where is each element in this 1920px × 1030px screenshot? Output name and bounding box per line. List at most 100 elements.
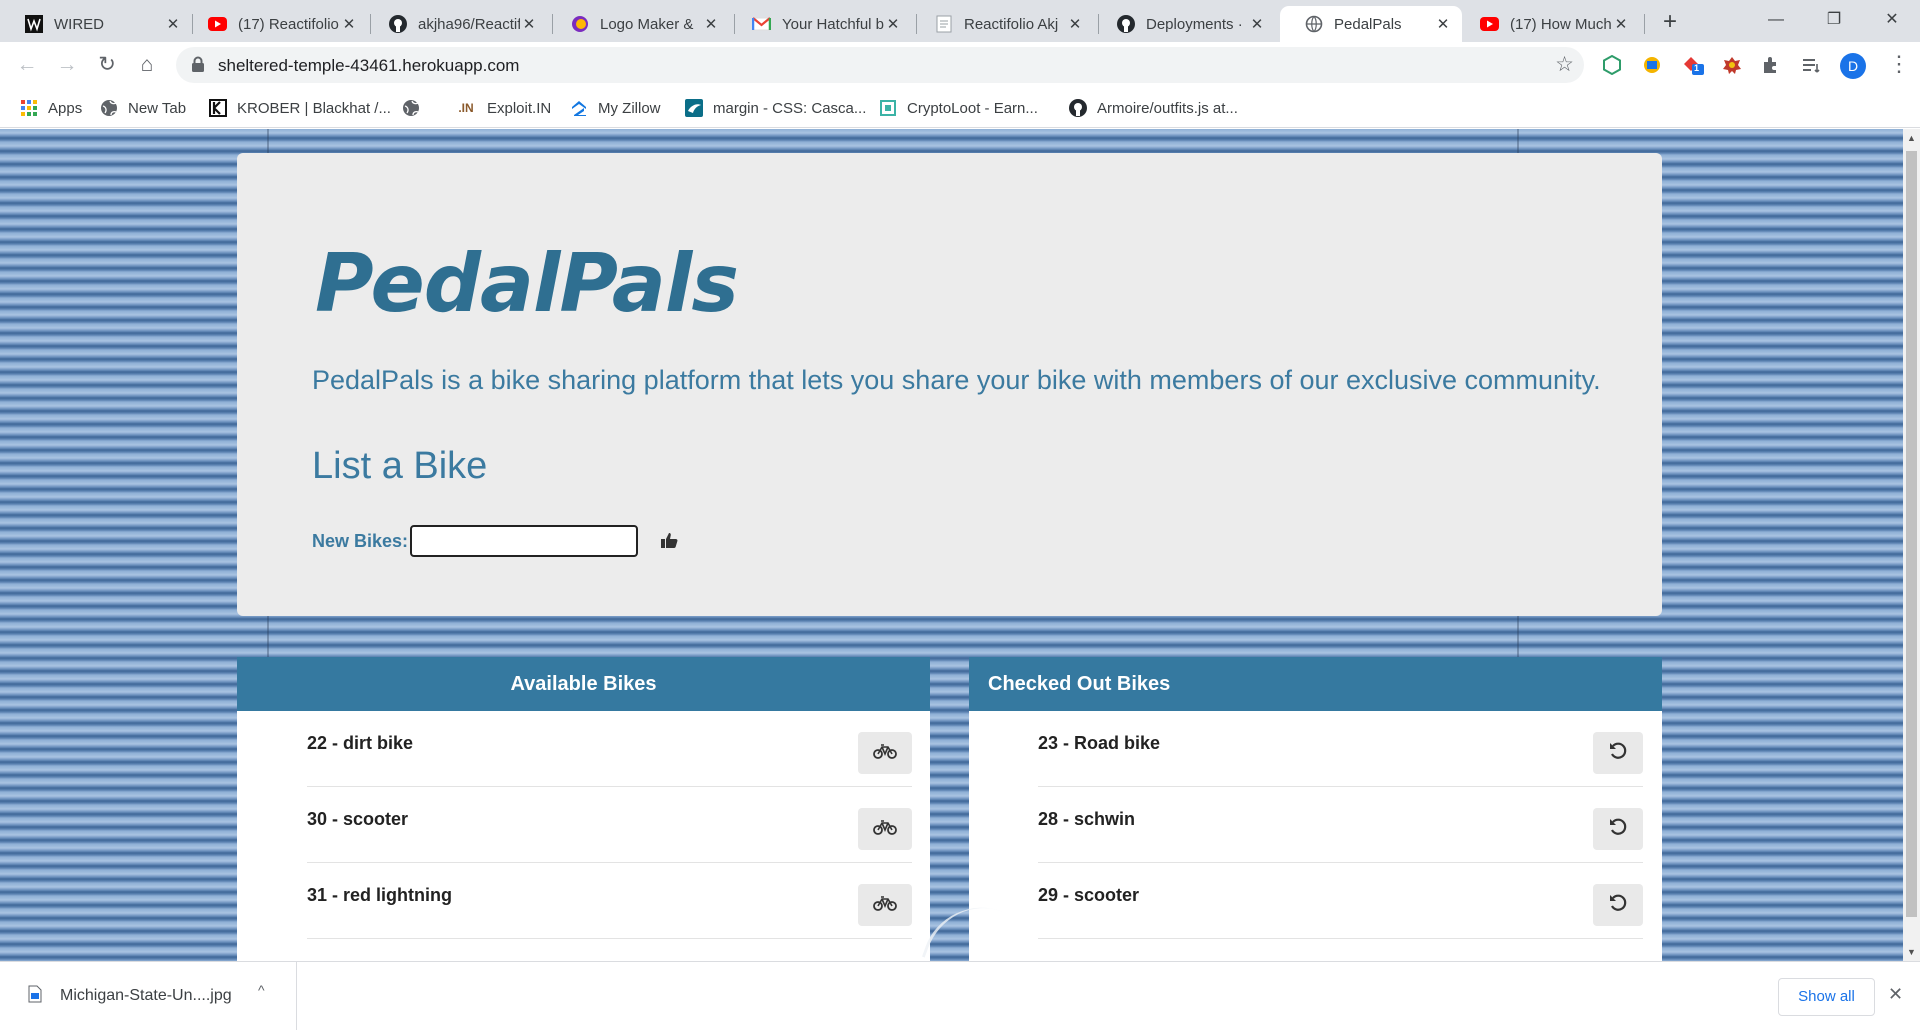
menu-kebab-icon[interactable]: ⋮ <box>1888 51 1910 77</box>
reading-list-icon[interactable] <box>1800 54 1822 76</box>
scroll-up-arrow[interactable]: ▲ <box>1903 133 1920 143</box>
bookmark-star-icon[interactable]: ☆ <box>1555 52 1574 77</box>
shelf-divider <box>296 962 297 1030</box>
bookmark-new-tab[interactable]: New Tab <box>100 94 186 122</box>
tab-title: PedalPals <box>1334 15 1402 33</box>
profile-avatar[interactable]: D <box>1840 53 1866 79</box>
bookmark-label: KROBER | Blackhat /... <box>237 99 391 117</box>
new-tab-button[interactable]: + <box>1656 9 1684 37</box>
maximize-button[interactable]: ❐ <box>1806 0 1862 42</box>
tab-github-reactifolio[interactable]: akjha96/Reactif ✕ <box>364 6 548 42</box>
wired-icon <box>24 15 43 34</box>
cryptoloot-icon <box>879 99 897 117</box>
image-file-icon <box>28 985 42 1008</box>
exploit-in-icon: .IN <box>458 101 474 115</box>
bookmark-label: Armoire/outfits.js at... <box>1097 99 1238 117</box>
extension-hexagon-icon[interactable] <box>1601 54 1623 76</box>
tab-strip: WIRED ✕ (17) Reactifolio ✕ akjha96/React… <box>0 0 1920 42</box>
tab-title: (17) Reactifolio <box>238 15 339 33</box>
checkout-bike-button[interactable] <box>858 808 912 850</box>
available-bikes-panel: Available Bikes 22 - dirt bike 30 - scoo… <box>237 657 930 961</box>
checked-out-bikes-panel: Checked Out Bikes 23 - Road bike 28 - sc… <box>969 657 1662 961</box>
page-scrollbar[interactable]: ▲ ▼ <box>1903 129 1920 961</box>
forward-button[interactable]: → <box>52 50 82 80</box>
bookmark-krober[interactable]: KROBER | Blackhat /... <box>209 94 391 122</box>
bookmark-apps[interactable]: Apps <box>20 94 82 122</box>
tab-title: (17) How Much <box>1510 15 1612 33</box>
tab-title: Reactifolio Akj <box>964 15 1059 33</box>
extension-badge-icon[interactable]: 1 <box>1682 54 1704 76</box>
extensions-puzzle-icon[interactable] <box>1760 54 1782 76</box>
return-bike-button[interactable] <box>1593 732 1643 774</box>
tab-gmail[interactable]: Your Hatchful b ✕ <box>728 6 912 42</box>
stackoverflow-icon <box>685 99 703 117</box>
tab-pedalpals[interactable]: PedalPals ✕ <box>1280 6 1462 42</box>
shelf-close-button[interactable]: ✕ <box>1888 984 1903 1005</box>
reload-button[interactable]: ↻ <box>92 50 122 80</box>
krober-icon <box>209 99 227 117</box>
extension-shield-icon[interactable] <box>1641 54 1663 76</box>
bicycle-icon <box>873 895 897 916</box>
window-close-button[interactable]: ✕ <box>1864 0 1920 42</box>
gmail-icon <box>752 15 771 34</box>
bookmark-armoire[interactable]: Armoire/outfits.js at... <box>1069 94 1238 122</box>
github-icon <box>388 15 407 34</box>
tab-close-icon[interactable]: ✕ <box>1434 15 1452 33</box>
download-item[interactable]: Michigan-State-Un....jpg <box>28 978 232 1014</box>
bookmark-zillow[interactable]: My Zillow <box>570 94 661 122</box>
scrollbar-thumb[interactable] <box>1906 151 1917 917</box>
document-icon <box>934 15 953 34</box>
download-options-caret[interactable]: ^ <box>258 982 265 998</box>
list-item: 29 - scooter <box>1038 863 1643 939</box>
bike-label: 30 - scooter <box>307 809 409 829</box>
tab-close-icon[interactable]: ✕ <box>164 15 182 33</box>
tab-wired[interactable]: WIRED ✕ <box>0 6 192 42</box>
return-bike-button[interactable] <box>1593 884 1643 926</box>
list-bike-heading: List a Bike <box>312 445 488 487</box>
tab-close-icon[interactable]: ✕ <box>884 15 902 33</box>
checkout-bike-button[interactable] <box>858 732 912 774</box>
tab-title: Your Hatchful b <box>782 15 884 33</box>
tab-reactifolio-doc[interactable]: Reactifolio Akj ✕ <box>910 6 1094 42</box>
tab-close-icon[interactable]: ✕ <box>520 15 538 33</box>
hero-card: PedalPals PedalPals is a bike sharing pl… <box>237 153 1662 616</box>
tab-youtube-reactifolio[interactable]: (17) Reactifolio ✕ <box>184 6 368 42</box>
brand-logo[interactable]: PedalPals <box>315 237 739 330</box>
github-icon <box>1069 99 1087 117</box>
undo-icon <box>1608 893 1628 918</box>
home-button[interactable]: ⌂ <box>132 50 162 80</box>
bookmark-css-margin[interactable]: margin - CSS: Casca... <box>685 94 866 122</box>
github-icon <box>1116 15 1135 34</box>
tab-close-icon[interactable]: ✕ <box>1248 15 1266 33</box>
url-text[interactable]: sheltered-temple-43461.herokuapp.com <box>218 56 519 76</box>
scroll-down-arrow[interactable]: ▼ <box>1903 947 1920 957</box>
tab-youtube-howmuch[interactable]: (17) How Much ✕ <box>1456 6 1640 42</box>
tab-close-icon[interactable]: ✕ <box>702 15 720 33</box>
tab-logo-maker[interactable]: Logo Maker & ✕ <box>546 6 730 42</box>
show-all-button[interactable]: Show all <box>1778 978 1875 1016</box>
bookmark-exploit-in[interactable]: .IN Exploit.IN <box>455 94 551 122</box>
submit-bike-button[interactable] <box>655 527 685 557</box>
bike-label: 22 - dirt bike <box>307 733 414 753</box>
tab-title: WIRED <box>54 15 104 33</box>
minimize-button[interactable]: — <box>1748 0 1804 42</box>
address-bar[interactable]: sheltered-temple-43461.herokuapp.com ☆ <box>176 47 1584 83</box>
undo-icon <box>1608 817 1628 842</box>
tab-deployments[interactable]: Deployments · ✕ <box>1092 6 1276 42</box>
bike-label: 31 - red lightning <box>307 885 453 905</box>
lock-icon[interactable] <box>191 56 205 78</box>
checkout-bike-button[interactable] <box>858 884 912 926</box>
download-filename: Michigan-State-Un....jpg <box>60 987 232 1004</box>
bookmark-globe[interactable] <box>402 94 430 122</box>
tab-close-icon[interactable]: ✕ <box>1066 15 1084 33</box>
return-bike-button[interactable] <box>1593 808 1643 850</box>
extension-monster-icon[interactable] <box>1721 54 1743 76</box>
tab-close-icon[interactable]: ✕ <box>1612 15 1630 33</box>
new-bikes-input[interactable] <box>410 525 638 557</box>
tab-close-icon[interactable]: ✕ <box>340 15 358 33</box>
bike-label: 23 - Road bike <box>1038 733 1161 753</box>
back-button[interactable]: ← <box>12 50 42 80</box>
bike-label: 29 - scooter <box>1038 885 1140 905</box>
tab-title: Logo Maker & <box>600 15 694 33</box>
bookmark-cryptoloot[interactable]: CryptoLoot - Earn... <box>879 94 1038 122</box>
